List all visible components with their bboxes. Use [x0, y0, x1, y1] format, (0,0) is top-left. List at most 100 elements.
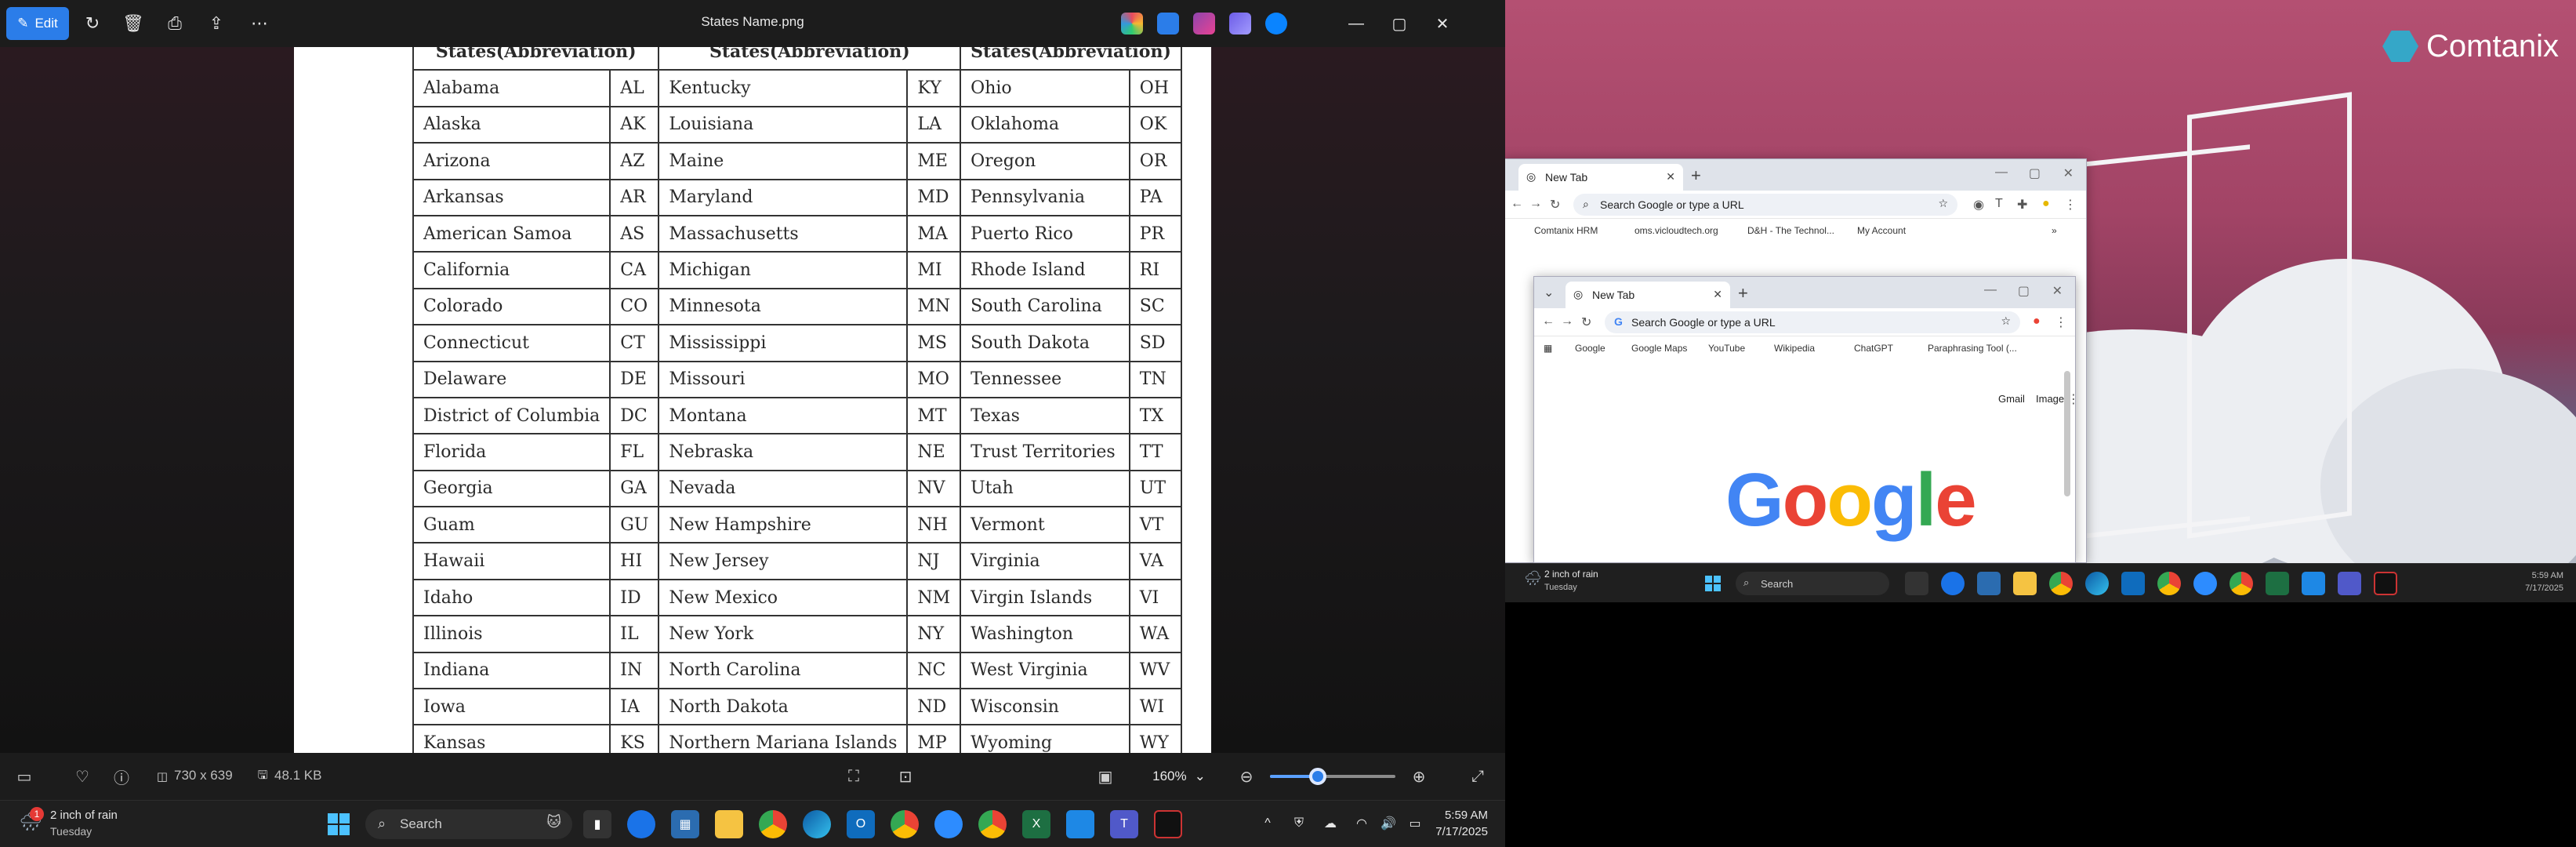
zoom-in-icon[interactable]: ⊕ [1407, 765, 1431, 788]
new-tab-button[interactable]: + [1738, 283, 1748, 304]
zoom-slider-thumb[interactable] [1308, 768, 1326, 785]
profile-avatar[interactable]: ● [2033, 314, 2041, 329]
bookmark-item[interactable]: D&H - The Technol... [1747, 225, 1834, 236]
fit-to-window-icon[interactable]: ▣ [1094, 765, 1117, 788]
close-icon[interactable]: ✕ [1427, 9, 1458, 38]
extensions-puzzle-icon[interactable]: ✚ [2017, 197, 2027, 213]
chrome-menu-icon[interactable]: ⋮ [2064, 197, 2077, 213]
chrome-alt-icon[interactable] [2230, 572, 2253, 595]
extension-icon[interactable]: ◉ [1973, 197, 1984, 213]
bookmark-item[interactable]: oms.vicloudtech.org [1634, 225, 1718, 236]
photos-icon[interactable] [1066, 810, 1094, 838]
task-view-icon[interactable]: ▮ [583, 810, 611, 838]
bookmark-item[interactable]: Paraphrasing Tool (... [1928, 343, 2017, 354]
page-scrollbar[interactable] [2064, 371, 2070, 496]
chrome-icon[interactable] [2049, 572, 2073, 595]
weather-widget[interactable]: 🌧 1 2 inch of rain Tuesday [19, 807, 176, 842]
reload-icon[interactable]: ↻ [1550, 197, 1560, 213]
chrome-profile-icon[interactable] [2157, 572, 2181, 595]
file-explorer-icon[interactable] [2013, 572, 2037, 595]
minimize-icon[interactable]: — [1984, 283, 1997, 297]
close-tab-icon[interactable]: ✕ [1713, 288, 1722, 301]
close-icon[interactable]: ✕ [2052, 283, 2063, 299]
gmail-link[interactable]: Gmail [1998, 393, 2025, 405]
wifi-icon[interactable]: ◠ [1351, 813, 1372, 834]
file-explorer-icon[interactable] [715, 810, 743, 838]
chrome-tab[interactable]: ◎ New Tab ✕ [1566, 282, 1730, 308]
maximize-icon[interactable]: ▢ [1384, 9, 1415, 38]
zoom-out-icon[interactable]: ⊖ [1235, 765, 1258, 788]
zoom-slider[interactable] [1270, 768, 1395, 785]
onedrive-icon[interactable] [1265, 13, 1287, 35]
visual-search-icon[interactable]: ⊡ [894, 765, 917, 788]
bookmark-item[interactable]: My Account [1857, 225, 1906, 236]
onedrive-tray-icon[interactable]: ☁ [1320, 813, 1341, 834]
profile-avatar[interactable]: ● [2042, 197, 2050, 211]
bookmark-item[interactable]: Wikipedia [1774, 343, 1815, 354]
taskbar-clock[interactable]: 5:59 AM 7/17/2025 [2525, 569, 2563, 594]
start-icon[interactable] [325, 810, 353, 838]
taskbar-search[interactable]: ⌕ Search 🐱 [365, 809, 572, 839]
font-tool-icon[interactable]: T [1995, 197, 2003, 211]
bookmark-item[interactable]: YouTube [1708, 343, 1745, 354]
outlook-icon[interactable] [2121, 572, 2145, 595]
fullscreen-icon[interactable]: ⤢ [1466, 765, 1489, 788]
bookmark-item[interactable]: Google Maps [1631, 343, 1687, 354]
chrome-menu-icon[interactable]: ⋮ [2055, 314, 2067, 330]
chrome-profile-icon[interactable] [891, 810, 919, 838]
edge-icon[interactable] [2085, 572, 2109, 595]
edge-icon[interactable] [803, 810, 831, 838]
edge-dev-icon[interactable] [1941, 572, 1965, 595]
bookmark-item[interactable]: Comtanix HRM [1534, 225, 1598, 236]
filmstrip-icon[interactable]: ▭ [13, 765, 36, 788]
favorite-icon[interactable]: ♡ [71, 765, 94, 788]
reload-icon[interactable]: ↻ [1581, 314, 1591, 330]
zoom-app-icon[interactable] [934, 810, 963, 838]
bookmark-item[interactable]: ChatGPT [1854, 343, 1893, 354]
omnibox[interactable]: ⌕ Search Google or type a URL ☆ [1573, 194, 1957, 216]
close-tab-icon[interactable]: ✕ [1666, 170, 1675, 184]
forward-icon[interactable]: → [1529, 197, 1542, 211]
photos-icon[interactable] [2302, 572, 2325, 595]
taskbar-clock[interactable]: 5:59 AM 7/17/2025 [1435, 807, 1488, 840]
bookmark-star-icon[interactable]: ☆ [2001, 314, 2011, 328]
clipchamp-icon[interactable] [1193, 13, 1215, 35]
back-icon[interactable]: ← [1542, 314, 1555, 329]
battery-icon[interactable]: ▭ [1405, 813, 1425, 834]
maximize-icon[interactable]: ▢ [2029, 165, 2041, 181]
zoom-level-dropdown[interactable]: 160% ⌄ [1137, 762, 1221, 791]
tab-search-icon[interactable]: ⌄ [1544, 285, 1554, 300]
sticky-notes-icon[interactable] [2374, 572, 2397, 595]
chrome-alt-icon[interactable] [978, 810, 1007, 838]
zoom-app-icon[interactable] [2193, 572, 2217, 595]
photos-editor-icon[interactable] [1229, 13, 1251, 35]
info-icon[interactable]: ⓘ [110, 765, 133, 788]
minimize-icon[interactable]: — [1341, 9, 1372, 38]
image-view[interactable]: States(Abbreviation) States(Abbreviation)… [294, 47, 1211, 753]
omnibox[interactable]: G Search Google or type a URL ☆ [1605, 311, 2020, 333]
bookmark-item[interactable]: Google [1575, 343, 1605, 354]
task-view-icon[interactable] [1905, 572, 1928, 595]
new-tab-button[interactable]: + [1691, 165, 1701, 186]
outlook-icon[interactable]: O [847, 810, 875, 838]
excel-icon[interactable]: X [1022, 810, 1050, 838]
copilot-icon[interactable] [1121, 13, 1143, 35]
show-hidden-icons[interactable]: ^ [1257, 813, 1278, 834]
teams-icon[interactable]: T [1110, 810, 1138, 838]
calculator-icon[interactable]: ▦ [671, 810, 699, 838]
chrome-window-front[interactable]: ⌄ ◎ New Tab ✕ + — ▢ ✕ ← → ↻ G Search Goo… [1533, 276, 2076, 563]
bookmarks-overflow-icon[interactable]: » [2052, 225, 2057, 236]
sticky-notes-icon[interactable] [1154, 810, 1182, 838]
minimize-icon[interactable]: — [1995, 165, 2008, 180]
close-icon[interactable]: ✕ [2063, 165, 2073, 181]
bookmark-star-icon[interactable]: ☆ [1938, 197, 1948, 210]
edge-dev-icon[interactable] [627, 810, 655, 838]
taskbar-search[interactable]: ⌕ Search [1736, 572, 1889, 595]
back-icon[interactable]: ← [1511, 197, 1523, 211]
maximize-icon[interactable]: ▢ [2018, 283, 2030, 299]
teams-icon[interactable] [2338, 572, 2361, 595]
chrome-icon[interactable] [759, 810, 787, 838]
crop-icon[interactable]: ⛶ [842, 765, 865, 788]
designer-icon[interactable] [1157, 13, 1179, 35]
excel-icon[interactable] [2266, 572, 2289, 595]
